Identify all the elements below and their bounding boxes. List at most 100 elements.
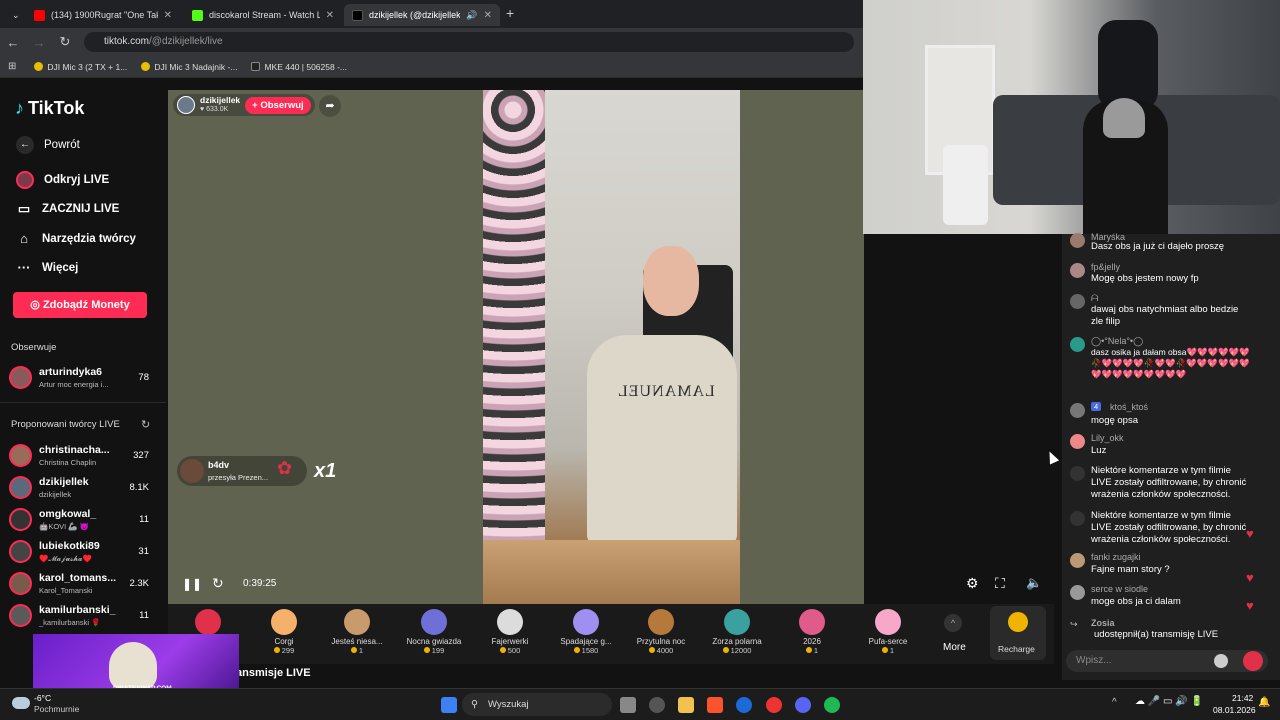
clock-time[interactable]: 21:42 xyxy=(1232,693,1253,703)
heart-icon: ♥ xyxy=(1246,570,1254,585)
chatgpt-icon[interactable] xyxy=(649,697,665,713)
avatar xyxy=(1070,403,1085,418)
chrome-icon[interactable] xyxy=(766,697,782,713)
gift-item[interactable]: Zorza polarna 12000 xyxy=(705,604,769,655)
video-camera-icon: ▭ xyxy=(17,201,31,216)
gift-item[interactable]: Jesteś niesa... 1 xyxy=(325,604,389,655)
task-view-icon[interactable] xyxy=(620,697,636,713)
follow-button[interactable]: + Obserwuj xyxy=(245,96,311,114)
gift-item-rose[interactable] xyxy=(176,604,240,637)
close-tab-icon[interactable]: ✕ xyxy=(326,10,334,21)
brave-icon[interactable] xyxy=(707,697,723,713)
close-tab-icon[interactable]: ✕ xyxy=(484,10,492,21)
settings-gear-icon[interactable]: ⚙ xyxy=(966,575,979,592)
gift-item[interactable]: Pufa-serce 1 xyxy=(856,604,920,655)
beanie xyxy=(1103,98,1145,138)
avatar xyxy=(9,444,32,467)
tab-kick[interactable]: discokarol Stream - Watch Live ✕ xyxy=(184,4,342,26)
gift-item[interactable]: Przytulna noc 4000 xyxy=(629,604,693,655)
streamer-head xyxy=(643,246,699,316)
spotify-icon[interactable] xyxy=(824,697,840,713)
tab-search-button[interactable]: ⌄ xyxy=(4,4,24,26)
suggested-account[interactable]: christinacha... Christina Chaplin 327 xyxy=(9,442,161,470)
chat-input[interactable]: Wpisz... xyxy=(1066,650,1268,672)
apps-grid-icon[interactable]: ⊞ xyxy=(8,61,16,72)
edge-icon[interactable] xyxy=(736,697,752,713)
clock-date[interactable]: 08.01.2026 xyxy=(1213,705,1256,715)
sidebar-item-start-live[interactable]: ▭ ZACZNIJ LIVE xyxy=(16,201,119,217)
folder-icon[interactable] xyxy=(678,697,694,713)
notification-bell-icon[interactable]: 🔔 xyxy=(1258,697,1270,708)
weather-temp[interactable]: -6°C xyxy=(34,693,51,703)
sidebar-item-discover-live[interactable]: Odkryj LIVE xyxy=(16,171,109,189)
rose-gift-icon xyxy=(195,609,221,635)
gift-item[interactable]: 2026 1 xyxy=(780,604,844,655)
tab-tiktok[interactable]: dzikijellek (@dzikijellek) pr 🔊 ✕ xyxy=(344,4,500,26)
fireworks-gift-icon xyxy=(497,609,523,635)
back-button[interactable]: ← Powrót xyxy=(16,136,80,154)
live-chat: Maryśka Dasz obs ja już ci dajeło proszę … xyxy=(1062,232,1280,680)
following-account[interactable]: arturindyka6 Artur moc energia i... 78 xyxy=(9,364,161,392)
avatar xyxy=(1070,585,1085,600)
sidebar-item-more[interactable]: ··· Więcej xyxy=(16,260,79,275)
white-chair xyxy=(943,145,988,225)
volume-icon[interactable]: 🔈 xyxy=(1026,575,1042,591)
url-input[interactable]: tiktok.com/@dzikijellek/live xyxy=(84,32,854,52)
chevron-up-icon[interactable]: ^ xyxy=(944,614,962,632)
rewind-icon[interactable]: ↻ xyxy=(212,575,224,592)
star-gift-icon xyxy=(421,609,447,635)
gift-item[interactable]: Nocna gwiazda 199 xyxy=(402,604,466,655)
bookmark-item[interactable]: MKE 440 | 506258 -... xyxy=(251,62,347,72)
speaker-icon[interactable]: 🔊 xyxy=(466,10,477,21)
suggested-account[interactable]: kamilurbanski_ _kamilurbanski 🌹 11 xyxy=(9,602,161,630)
heart-icon: ♥ xyxy=(1246,526,1254,541)
fullscreen-icon[interactable]: ⛶ xyxy=(995,575,1005,592)
refresh-icon[interactable]: ↻ xyxy=(141,418,150,431)
aurora-gift-icon xyxy=(724,609,750,635)
taskbar-search[interactable]: ⚲ Wyszukaj xyxy=(462,693,612,716)
back-arrow-icon[interactable]: ← xyxy=(0,35,26,50)
emoji-icon[interactable] xyxy=(1214,654,1228,668)
avatar xyxy=(1070,553,1085,568)
gift-item[interactable]: Spadające g... 1580 xyxy=(554,604,618,655)
tab-youtube[interactable]: (134) 1900Rugrat "One Take Fre ✕ xyxy=(26,4,180,26)
cloud-icon xyxy=(12,697,30,709)
rose-gift-icon[interactable] xyxy=(1243,651,1263,671)
shooting-star-gift-icon xyxy=(573,609,599,635)
taskbar: -6°C Pochmurnie ⚲ Wyszukaj ^ ☁ 🎤 ▭ 🔊 🔋 21… xyxy=(0,688,1280,720)
bookmark-item[interactable]: DJI Mic 3 (2 TX + 1... xyxy=(34,62,127,72)
tray-icons[interactable]: ☁ 🎤 ▭ 🔊 🔋 xyxy=(1135,696,1203,707)
forward-arrow-icon[interactable]: → xyxy=(26,35,52,50)
avatar xyxy=(177,96,195,114)
suggested-account[interactable]: dzikijellek dzikijellek 8.1K xyxy=(9,474,161,502)
avatar xyxy=(1070,434,1085,449)
chevron-up-icon[interactable]: ^ xyxy=(1112,697,1117,708)
gift-item[interactable]: Fajerwerki 500 xyxy=(478,604,542,655)
close-tab-icon[interactable]: ✕ xyxy=(164,10,172,21)
share-icon[interactable]: ➦ xyxy=(319,95,341,117)
gift-notification: b4dv przesyła Prezen... ✿ xyxy=(177,456,307,486)
address-bar-row: ← → ↻ tiktok.com/@dzikijellek/live xyxy=(0,28,864,56)
host-info[interactable]: dzikijellek ♥ 633.0K + Obserwuj xyxy=(173,94,315,116)
reload-icon[interactable]: ↻ xyxy=(52,34,78,50)
new-tab-button[interactable]: + xyxy=(506,5,514,21)
discord-icon[interactable] xyxy=(795,697,811,713)
tiktok-logo[interactable]: ♪ TikTok xyxy=(15,98,84,119)
sidebar-item-creator-tools[interactable]: ⌂ Narzędzia twórcy xyxy=(16,231,136,246)
windows-start-icon[interactable] xyxy=(441,697,457,713)
suggested-account[interactable]: lubiekotki89 ♥️𝓜𝓪𝓳𝓾𝓼𝓱𝓪♥️ 31 xyxy=(9,538,161,566)
heart-puff-gift-icon xyxy=(875,609,901,635)
get-coins-button[interactable]: ◎ Zdobądź Monety xyxy=(13,292,147,318)
suggested-account[interactable]: omgkowal_ 🤖KOVI 🦾 😈 11 xyxy=(9,506,161,534)
recharge-button[interactable]: Recharge xyxy=(990,606,1046,660)
bookmark-item[interactable]: DJI Mic 3 Nadajnik -... xyxy=(141,62,237,72)
gift-item[interactable]: Corgi 299 xyxy=(252,604,316,655)
corgi-gift-icon xyxy=(271,609,297,635)
avatar xyxy=(9,508,32,531)
live-video[interactable]: LAMANUEL xyxy=(483,90,740,604)
suggested-account[interactable]: karol_tomans... Karol_Tomanski 2.3K xyxy=(9,570,161,598)
level-badge: 4 xyxy=(1091,402,1102,411)
more-gifts-button[interactable]: More xyxy=(943,642,966,653)
bookmark-icon xyxy=(251,62,261,71)
pause-icon[interactable]: ❚❚ xyxy=(182,577,202,591)
